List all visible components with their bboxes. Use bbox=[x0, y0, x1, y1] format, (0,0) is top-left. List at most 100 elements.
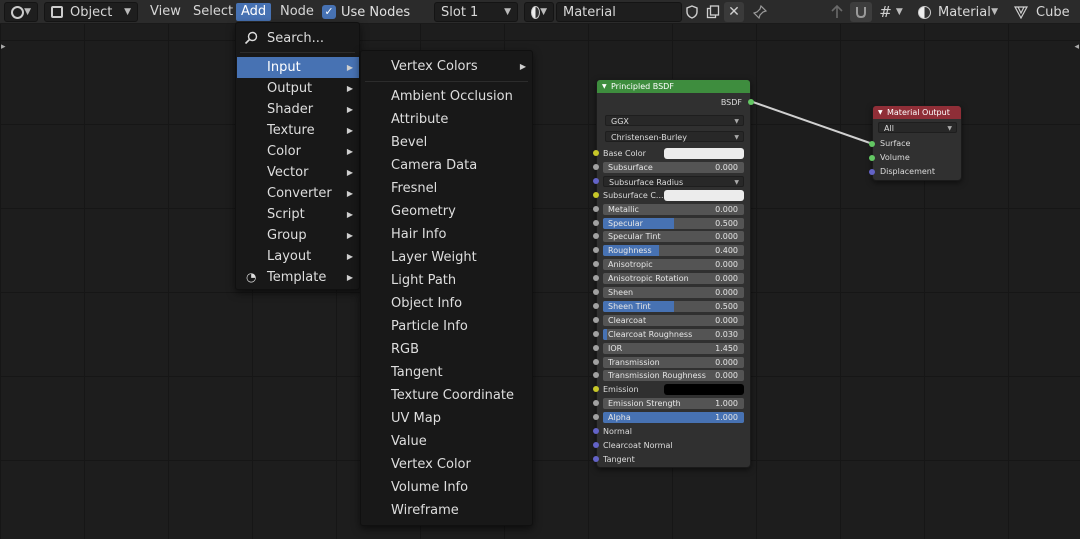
distribution-dropdown[interactable]: GGX ▼ bbox=[605, 115, 744, 126]
emission-strength-slider[interactable]: Emission Strength 1.000 bbox=[603, 398, 744, 409]
chevron-down-icon: ▼ bbox=[734, 179, 739, 186]
clearcoat-slider[interactable]: Clearcoat 0.000 bbox=[603, 315, 744, 326]
clearcoat-socket[interactable] bbox=[593, 317, 599, 323]
displacement-input-socket[interactable] bbox=[869, 169, 875, 175]
subsurface-socket[interactable] bbox=[593, 164, 599, 170]
slider-value: 0.500 bbox=[715, 302, 738, 311]
slider-label: Specular bbox=[608, 219, 643, 228]
collapse-triangle-icon[interactable]: ▼ bbox=[878, 106, 883, 119]
sheen-tint-slider[interactable]: Sheen Tint 0.500 bbox=[603, 301, 744, 312]
anisotropic-rotation-slider[interactable]: Anisotropic Rotation 0.000 bbox=[603, 273, 744, 284]
sheen-socket[interactable] bbox=[593, 289, 599, 295]
transmission-slider[interactable]: Transmission 0.000 bbox=[603, 357, 744, 368]
chevron-down-icon: ▼ bbox=[734, 118, 739, 125]
surface-input-label: Surface bbox=[880, 139, 911, 148]
emission-socket[interactable] bbox=[593, 386, 599, 392]
slider-label: Sheen bbox=[608, 288, 634, 297]
slider-label: Subsurface bbox=[608, 163, 653, 172]
subsurface-method-dropdown[interactable]: Christensen-Burley ▼ bbox=[605, 131, 744, 142]
node-header[interactable]: ▼ Principled BSDF bbox=[597, 80, 750, 93]
surface-input-socket[interactable] bbox=[869, 141, 875, 147]
subsurface-c-socket[interactable] bbox=[593, 192, 599, 198]
chevron-down-icon: ▼ bbox=[947, 125, 952, 132]
slider-label: Emission Strength bbox=[608, 399, 681, 408]
slider-value: 0.500 bbox=[715, 219, 738, 228]
base-color-socket[interactable] bbox=[593, 150, 599, 156]
volume-input-label: Volume bbox=[880, 153, 910, 162]
slider-label: Alpha bbox=[608, 413, 631, 422]
bsdf-output-label: BSDF bbox=[720, 98, 742, 107]
slider-value: 0.000 bbox=[715, 205, 738, 214]
ior-socket[interactable] bbox=[593, 345, 599, 351]
slider-value: 1.000 bbox=[715, 413, 738, 422]
output-target-dropdown[interactable]: All ▼ bbox=[878, 122, 957, 133]
subsurface-radius-socket[interactable] bbox=[593, 178, 599, 184]
normal-socket[interactable] bbox=[593, 428, 599, 434]
slider-label: Clearcoat bbox=[608, 316, 647, 325]
specular-tint-slider[interactable]: Specular Tint 0.000 bbox=[603, 231, 744, 242]
displacement-input-label: Displacement bbox=[880, 167, 935, 176]
slider-label: Transmission Roughness bbox=[608, 371, 706, 380]
node-title: Material Output bbox=[887, 108, 950, 117]
anisotropic-slider[interactable]: Anisotropic 0.000 bbox=[603, 259, 744, 270]
slider-value: 0.000 bbox=[715, 260, 738, 269]
alpha-slider[interactable]: Alpha 1.000 bbox=[603, 412, 744, 423]
emission-color-swatch[interactable] bbox=[664, 384, 744, 395]
subsurface-slider[interactable]: Subsurface 0.000 bbox=[603, 162, 744, 173]
slider-label: Specular Tint bbox=[608, 232, 661, 241]
slider-value: 0.000 bbox=[715, 163, 738, 172]
node-header[interactable]: ▼ Material Output bbox=[873, 106, 961, 119]
anisotropic-rotation-socket[interactable] bbox=[593, 275, 599, 281]
slider-value: 0.000 bbox=[715, 358, 738, 367]
slider-value: 0.000 bbox=[715, 274, 738, 283]
slider-label: Transmission bbox=[608, 358, 660, 367]
sheen-slider[interactable]: Sheen 0.000 bbox=[603, 287, 744, 298]
roughness-slider[interactable]: Roughness 0.400 bbox=[603, 245, 744, 256]
slider-value: 0.400 bbox=[715, 246, 738, 255]
ior-slider[interactable]: IOR 1.450 bbox=[603, 343, 744, 354]
tangent-socket[interactable] bbox=[593, 456, 599, 462]
slider-label: Clearcoat Roughness bbox=[608, 330, 693, 339]
base-color-swatch[interactable] bbox=[664, 148, 744, 159]
transmission-roughness-socket[interactable] bbox=[593, 372, 599, 378]
slider-value: 1.000 bbox=[715, 399, 738, 408]
clearcoat-roughness-socket[interactable] bbox=[593, 331, 599, 337]
principled-bsdf-node[interactable]: ▼ Principled BSDF BSDF GGX ▼ Christensen… bbox=[593, 79, 754, 468]
slider-value: 0.030 bbox=[715, 330, 738, 339]
slider-label: Sheen Tint bbox=[608, 302, 651, 311]
clearcoat-roughness-slider[interactable]: Clearcoat Roughness 0.030 bbox=[603, 329, 744, 340]
anisotropic-socket[interactable] bbox=[593, 261, 599, 267]
volume-input-socket[interactable] bbox=[869, 155, 875, 161]
chevron-down-icon: ▼ bbox=[734, 134, 739, 141]
output-target-label: All bbox=[884, 124, 894, 133]
emission-label: Emission bbox=[603, 385, 639, 394]
transmission-roughness-slider[interactable]: Transmission Roughness 0.000 bbox=[603, 370, 744, 381]
tangent-label: Tangent bbox=[603, 455, 635, 464]
clearcoat-normal-label: Clearcoat Normal bbox=[603, 441, 673, 450]
specular-tint-socket[interactable] bbox=[593, 233, 599, 239]
distribution-label: GGX bbox=[611, 117, 629, 126]
metallic-socket[interactable] bbox=[593, 206, 599, 212]
specular-socket[interactable] bbox=[593, 220, 599, 226]
emission-strength-socket[interactable] bbox=[593, 400, 599, 406]
slider-value: 0.000 bbox=[715, 316, 738, 325]
slider-fill bbox=[603, 329, 608, 340]
node-title: Principled BSDF bbox=[611, 82, 674, 91]
metallic-slider[interactable]: Metallic 0.000 bbox=[603, 204, 744, 215]
slider-value: 0.000 bbox=[715, 288, 738, 297]
material-output-node[interactable]: ▼ Material Output All ▼ Surface Volume D… bbox=[869, 105, 962, 181]
slider-label: Metallic bbox=[608, 205, 639, 214]
alpha-socket[interactable] bbox=[593, 414, 599, 420]
subsurface-color-swatch[interactable] bbox=[664, 190, 744, 201]
slider-value: 0.000 bbox=[715, 232, 738, 241]
specular-slider[interactable]: Specular 0.500 bbox=[603, 218, 744, 229]
clearcoat-normal-socket[interactable] bbox=[593, 442, 599, 448]
normal-label: Normal bbox=[603, 427, 632, 436]
sheen-tint-socket[interactable] bbox=[593, 303, 599, 309]
roughness-socket[interactable] bbox=[593, 247, 599, 253]
collapse-triangle-icon[interactable]: ▼ bbox=[602, 80, 607, 93]
subsurface-radius-vector[interactable]: Subsurface Radius ▼ bbox=[603, 176, 744, 187]
slider-label: Anisotropic Rotation bbox=[608, 274, 689, 283]
transmission-socket[interactable] bbox=[593, 359, 599, 365]
bsdf-output-socket[interactable] bbox=[748, 99, 754, 105]
